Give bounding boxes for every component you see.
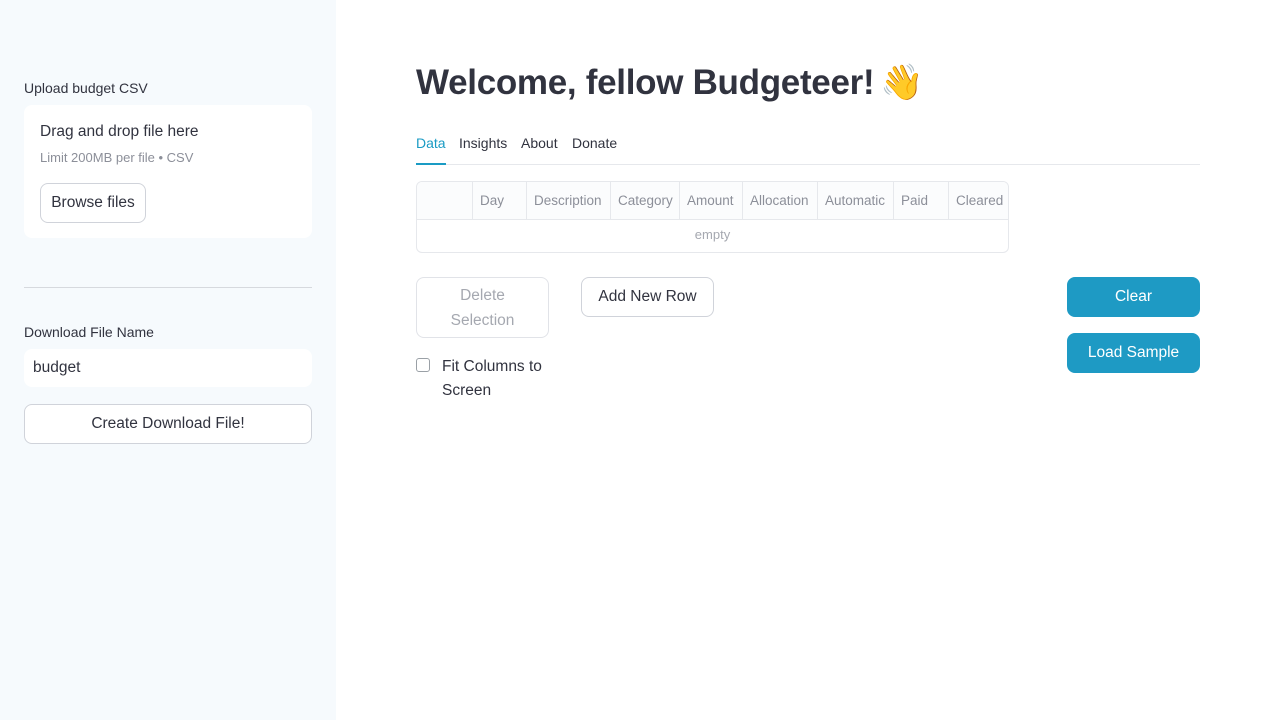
data-grid[interactable]: Day Description Category Amount Allocati… xyxy=(416,181,1009,253)
column-header-description[interactable]: Description xyxy=(526,182,610,219)
tab-data[interactable]: Data xyxy=(416,134,446,165)
clear-button[interactable]: Clear xyxy=(1067,277,1200,317)
tab-bar: Data Insights About Donate xyxy=(416,134,1200,165)
tab-insights[interactable]: Insights xyxy=(459,134,507,164)
create-download-button[interactable]: Create Download File! xyxy=(24,404,312,444)
page-title-text: Welcome, fellow Budgeteer! xyxy=(416,63,875,102)
tab-donate[interactable]: Donate xyxy=(572,134,617,164)
dropzone-title: Drag and drop file here xyxy=(40,123,199,140)
grid-header: Day Description Category Amount Allocati… xyxy=(417,182,1008,220)
fit-columns-label[interactable]: Fit Columns to Screen xyxy=(442,355,552,403)
file-dropzone[interactable]: Drag and drop file here Limit 200MB per … xyxy=(24,105,312,238)
tab-about[interactable]: About xyxy=(521,134,558,164)
waving-hand-icon: 👋 xyxy=(880,63,924,102)
column-header-category[interactable]: Category xyxy=(610,182,679,219)
sidebar: Upload budget CSV Drag and drop file her… xyxy=(0,0,336,720)
delete-selection-button[interactable]: Delete Selection xyxy=(416,277,549,338)
column-header-cleared[interactable]: Cleared xyxy=(948,182,1008,219)
column-header-day[interactable]: Day xyxy=(472,182,526,219)
grid-empty-message: empty xyxy=(694,227,731,242)
sidebar-divider xyxy=(24,287,312,288)
column-header-paid[interactable]: Paid xyxy=(893,182,948,219)
download-filename-input[interactable]: budget xyxy=(24,349,312,387)
delete-label-line1: Delete xyxy=(460,286,505,304)
column-header-amount[interactable]: Amount xyxy=(679,182,742,219)
page-title: Welcome, fellow Budgeteer! 👋 xyxy=(416,62,924,103)
load-sample-button[interactable]: Load Sample xyxy=(1067,333,1200,373)
fit-columns-checkbox[interactable] xyxy=(416,358,430,372)
browse-files-button[interactable]: Browse files xyxy=(40,183,146,223)
add-new-row-button[interactable]: Add New Row xyxy=(581,277,714,317)
column-header-automatic[interactable]: Automatic xyxy=(817,182,893,219)
upload-label: Upload budget CSV xyxy=(24,80,148,96)
delete-label-line2: Selection xyxy=(450,311,515,329)
dropzone-limit: Limit 200MB per file • CSV xyxy=(40,150,194,165)
column-header-allocation[interactable]: Allocation xyxy=(742,182,817,219)
download-filename-label: Download File Name xyxy=(24,324,154,340)
